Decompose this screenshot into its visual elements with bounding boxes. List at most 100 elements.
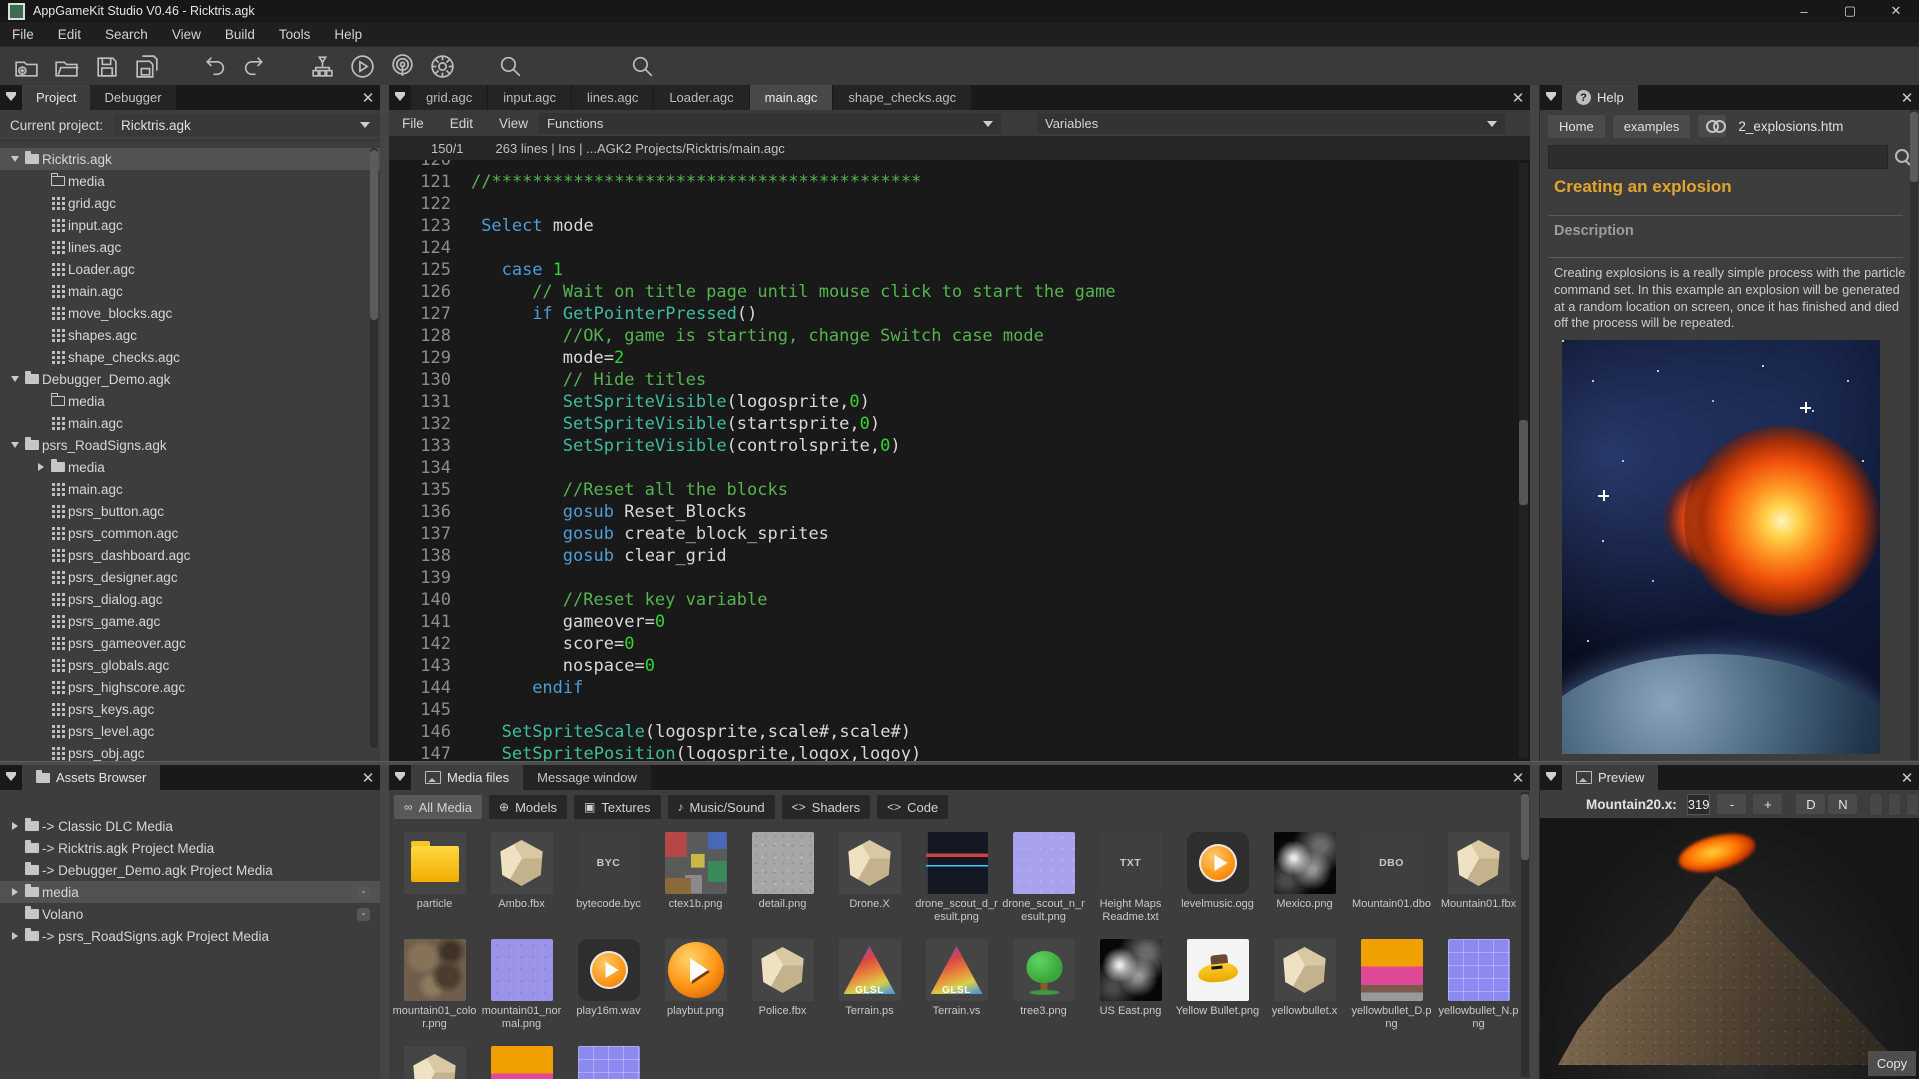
asset-play16m-wav[interactable]: play16m.wav	[565, 931, 652, 1038]
asset-drone-x[interactable]: Drone.X	[826, 824, 913, 931]
undo-button[interactable]	[194, 48, 234, 84]
editor-tab-shape_checks-agc[interactable]: shape_checks.agc	[833, 85, 971, 110]
vertical-splitter-left[interactable]	[380, 85, 389, 1079]
tree-item-media[interactable]: media	[0, 456, 380, 478]
asset-mountain01-fbx[interactable]: Mountain01.fbx	[1435, 824, 1522, 931]
remove-badge[interactable]: -	[357, 908, 370, 921]
run-button[interactable]	[342, 48, 382, 84]
tree-item-psrs-keys-agc[interactable]: psrs_keys.agc	[0, 698, 380, 720]
menu-tools[interactable]: Tools	[267, 24, 323, 45]
asset-yellowbullet-x[interactable]: yellowbullet.x	[1261, 931, 1348, 1038]
assets-item-media[interactable]: media-	[0, 881, 380, 903]
open-project-button[interactable]	[46, 48, 86, 84]
maximize-button[interactable]: ▢	[1827, 0, 1873, 22]
preview-value-field[interactable]: 319	[1687, 794, 1711, 815]
tab-assets-browser[interactable]: Assets Browser	[22, 765, 160, 790]
close-button[interactable]: ✕	[1873, 0, 1919, 22]
asset-terrain-ps[interactable]: GLSLTerrain.ps	[826, 931, 913, 1038]
tree-item-move-blocks-agc[interactable]: move_blocks.agc	[0, 302, 380, 324]
tree-item-shapes-agc[interactable]: shapes.agc	[0, 324, 380, 346]
assets-item-volano[interactable]: Volano-	[0, 903, 380, 925]
link-icon[interactable]	[1698, 115, 1726, 137]
asset-height-maps-readme-txt[interactable]: TXTHeight Maps Readme.txt	[1087, 824, 1174, 931]
panel-menu-icon[interactable]	[1540, 85, 1562, 110]
tree-item-psrs-dashboard-agc[interactable]: psrs_dashboard.agc	[0, 544, 380, 566]
tab-media-files[interactable]: Media files	[411, 765, 523, 790]
redo-button[interactable]	[234, 48, 274, 84]
filter-textures[interactable]: ▣Textures	[574, 795, 660, 819]
filter-shaders[interactable]: <>Shaders	[782, 795, 870, 819]
preview-3d-view[interactable]	[1540, 818, 1919, 1079]
tree-item-psrs-level-agc[interactable]: psrs_level.agc	[0, 720, 380, 742]
asset-particle[interactable]: particle	[391, 824, 478, 931]
asset-police-fbx[interactable]: Police.fbx	[739, 931, 826, 1038]
asset-partial[interactable]	[391, 1038, 478, 1079]
tree-item-psrs-globals-agc[interactable]: psrs_globals.agc	[0, 654, 380, 676]
asset-detail-png[interactable]: detail.png	[739, 824, 826, 931]
filter-models[interactable]: ⊕Models	[489, 795, 567, 819]
asset-bytecode-byc[interactable]: BYCbytecode.byc	[565, 824, 652, 931]
tree-item-psrs-designer-agc[interactable]: psrs_designer.agc	[0, 566, 380, 588]
editor-tab-input-agc[interactable]: input.agc	[488, 85, 571, 110]
close-help-panel-button[interactable]: ✕	[1895, 85, 1919, 110]
search-button[interactable]	[490, 48, 530, 84]
tree-item-lines-agc[interactable]: lines.agc	[0, 236, 380, 258]
asset-mountain01-dbo[interactable]: DBOMountain01.dbo	[1348, 824, 1435, 931]
tree-item-psrs-game-agc[interactable]: psrs_game.agc	[0, 610, 380, 632]
close-editor-tab-button[interactable]: ✕	[1506, 85, 1530, 110]
code-editor[interactable]: 120121//********************************…	[389, 160, 1530, 761]
find-in-files-button[interactable]	[622, 48, 662, 84]
copy-button[interactable]: Copy	[1868, 1051, 1916, 1076]
menu-help[interactable]: Help	[322, 24, 374, 45]
assets-item--psrs-roadsigns-agk-project-media[interactable]: -> psrs_RoadSigns.agk Project Media	[0, 925, 380, 947]
editor-tab-grid-agc[interactable]: grid.agc	[411, 85, 487, 110]
decrement-button[interactable]: -	[1717, 794, 1746, 814]
tree-item-shape-checks-agc[interactable]: shape_checks.agc	[0, 346, 380, 368]
editor-menu-view[interactable]: View	[486, 116, 541, 131]
tree-item-main-agc[interactable]: main.agc	[0, 412, 380, 434]
remove-badge[interactable]: -	[357, 886, 370, 899]
help-examples-button[interactable]: examples	[1613, 115, 1691, 138]
tree-item-debugger-demo-agk[interactable]: Debugger_Demo.agk	[0, 368, 380, 390]
editor-scrollbar-thumb[interactable]	[1519, 420, 1528, 505]
menu-build[interactable]: Build	[213, 24, 267, 45]
texture-slot[interactable]	[1869, 793, 1882, 816]
close-assets-panel-button[interactable]: ✕	[356, 765, 380, 790]
menu-search[interactable]: Search	[93, 24, 160, 45]
tree-item-media[interactable]: media	[0, 390, 380, 412]
editor-menu-edit[interactable]: Edit	[437, 116, 486, 131]
tree-item-psrs-gameover-agc[interactable]: psrs_gameover.agc	[0, 632, 380, 654]
broadcast-button[interactable]	[382, 48, 422, 84]
tree-item-loader-agc[interactable]: Loader.agc	[0, 258, 380, 280]
panel-menu-icon[interactable]	[1540, 765, 1562, 790]
functions-dropdown[interactable]: Functions	[539, 113, 1001, 134]
help-search-input[interactable]	[1548, 145, 1888, 169]
tree-item-psrs-button-agc[interactable]: psrs_button.agc	[0, 500, 380, 522]
asset-mexico-png[interactable]: Mexico.png	[1261, 824, 1348, 931]
normal-button[interactable]: N	[1828, 794, 1857, 814]
tab-help[interactable]: ? Help	[1562, 85, 1638, 110]
tree-item-psrs-common-agc[interactable]: psrs_common.agc	[0, 522, 380, 544]
asset-mountain01-normal-png[interactable]: mountain01_normal.png	[478, 931, 565, 1038]
panel-menu-icon[interactable]	[389, 765, 411, 790]
panel-menu-icon[interactable]	[389, 85, 411, 110]
tree-item-psrs-dialog-agc[interactable]: psrs_dialog.agc	[0, 588, 380, 610]
menu-edit[interactable]: Edit	[46, 24, 93, 45]
save-button[interactable]	[86, 48, 126, 84]
new-project-button[interactable]	[6, 48, 46, 84]
asset-partial[interactable]	[478, 1038, 565, 1079]
tree-item-psrs-highscore-agc[interactable]: psrs_highscore.agc	[0, 676, 380, 698]
menu-view[interactable]: View	[160, 24, 213, 45]
asset-us-east-png[interactable]: US East.png	[1087, 931, 1174, 1038]
assets-item--classic-dlc-media[interactable]: -> Classic DLC Media	[0, 815, 380, 837]
panel-menu-icon[interactable]	[0, 85, 22, 110]
tab-preview[interactable]: Preview	[1562, 765, 1658, 790]
save-all-button[interactable]	[126, 48, 166, 84]
minimize-button[interactable]: –	[1781, 0, 1827, 22]
current-project-dropdown[interactable]: Ricktris.agk	[115, 114, 380, 136]
tree-item-media[interactable]: media	[0, 170, 380, 192]
tree-item-main-agc[interactable]: main.agc	[0, 478, 380, 500]
asset-levelmusic-ogg[interactable]: levelmusic.ogg	[1174, 824, 1261, 931]
tab-debugger[interactable]: Debugger	[90, 85, 175, 110]
tab-project[interactable]: Project	[22, 85, 90, 110]
